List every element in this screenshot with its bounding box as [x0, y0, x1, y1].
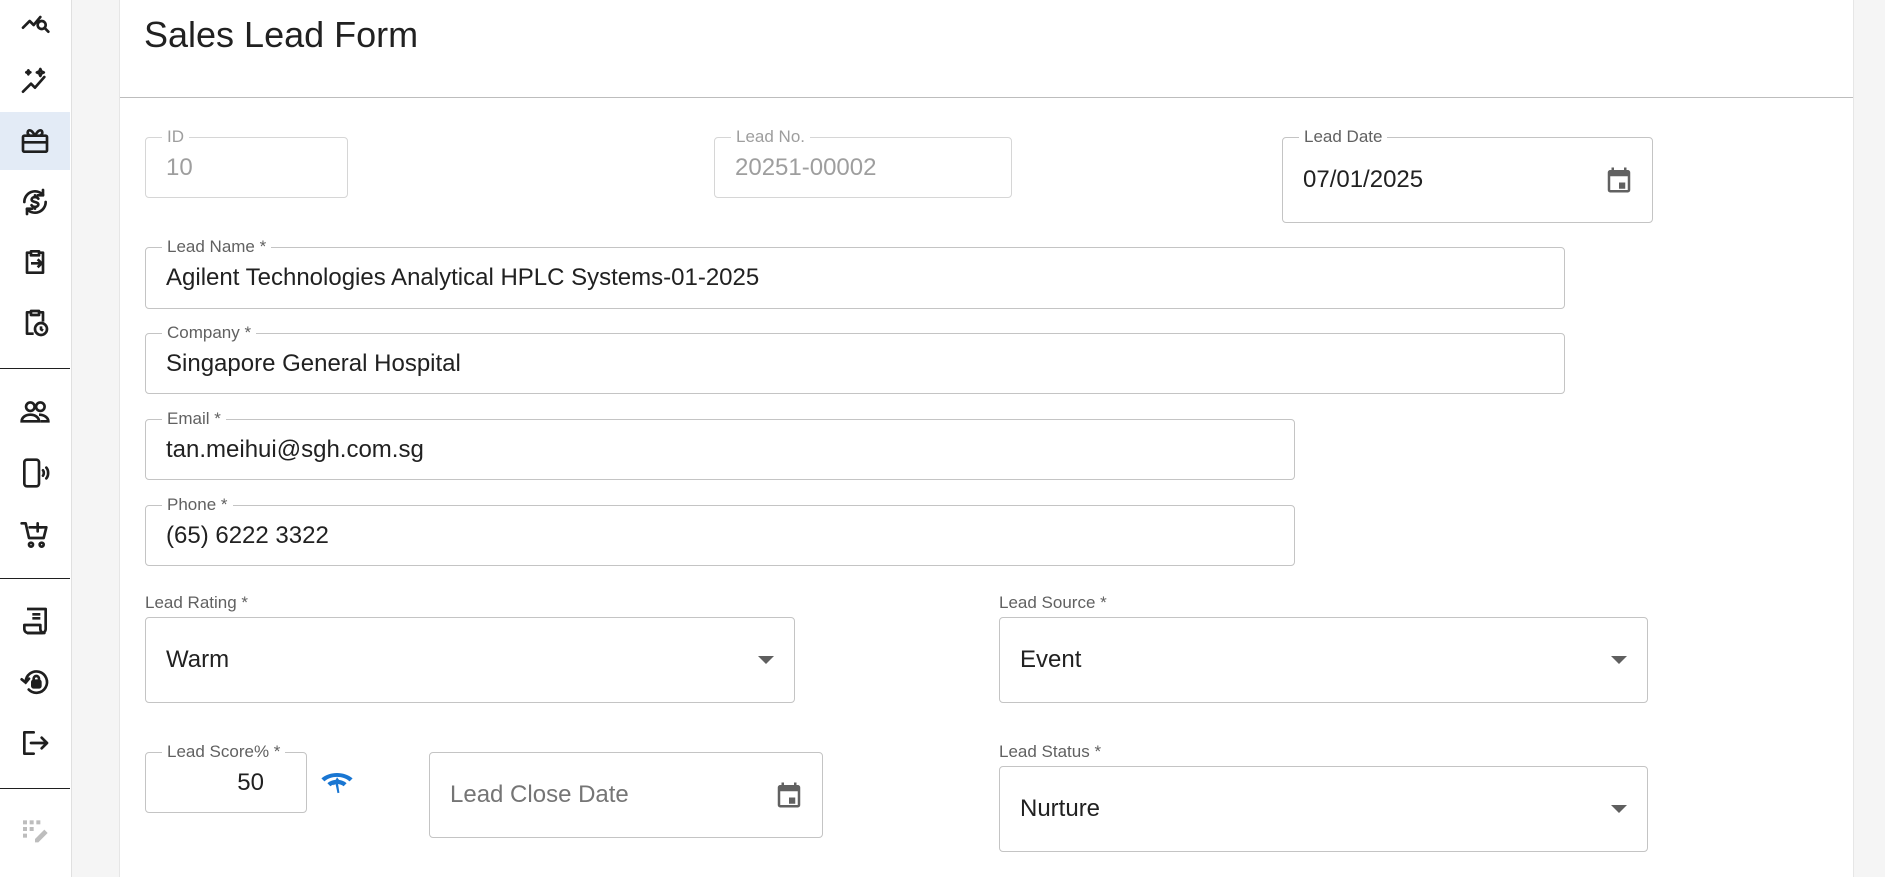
lead-score-input[interactable]: 50 [237, 753, 264, 812]
id-value: 10 [166, 153, 193, 181]
gift-box-icon [21, 129, 49, 153]
receipt-icon [23, 607, 47, 635]
sidebar-item-tasks-pending[interactable] [0, 294, 70, 352]
lead-date-field[interactable]: Lead Date 07/01/2025 [1282, 127, 1653, 223]
clipboard-clock-icon [25, 309, 49, 337]
email-input[interactable]: tan.meihui@sgh.com.sg [166, 420, 424, 479]
lock-reset-icon [20, 670, 49, 695]
chevron-down-icon[interactable] [1611, 656, 1627, 664]
lead-status-label: Lead Status * [999, 742, 1126, 762]
edit-grid-icon [23, 820, 48, 843]
sidebar-item-editor[interactable] [0, 802, 70, 860]
sidebar-item-insights[interactable] [0, 52, 70, 110]
lead-no-value: 20251-00002 [735, 153, 877, 181]
sidebar-divider [0, 368, 70, 369]
sidebar-item-orders[interactable] [0, 505, 70, 563]
id-field: ID 10 [145, 127, 348, 198]
chart-search-icon [21, 15, 50, 33]
form-card: Sales Lead Form ID 10 Lead No. 20251-000… [119, 0, 1854, 877]
lead-rating-label: Lead Rating * [145, 593, 273, 613]
page-title: Sales Lead Form [144, 14, 419, 55]
title-divider [120, 97, 1853, 98]
sparkle-chart-icon [21, 67, 46, 93]
sidebar-item-tasks-transfer[interactable] [0, 233, 70, 291]
sidebar-divider [0, 578, 70, 579]
phone-vibrate-icon [23, 458, 50, 488]
sidebar [0, 0, 72, 877]
sidebar-item-analytics[interactable] [0, 0, 70, 50]
sidebar-item-contacts[interactable] [0, 383, 70, 441]
people-icon [20, 401, 50, 423]
lead-score-field[interactable]: Lead Score% * 50 [145, 742, 307, 813]
email-field[interactable]: Email * tan.meihui@sgh.com.sg [145, 409, 1295, 480]
lead-source-value: Event [1020, 646, 1082, 673]
sidebar-item-sales-leads[interactable] [0, 112, 70, 170]
lead-name-field[interactable]: Lead Name * Agilent Technologies Analyti… [145, 237, 1565, 309]
sidebar-item-logout[interactable] [0, 714, 70, 772]
calendar-icon[interactable] [1604, 165, 1634, 195]
lead-close-date-input[interactable]: Lead Close Date [450, 753, 629, 837]
lead-score-label: Lead Score% * [162, 742, 286, 762]
sidebar-item-currency[interactable] [0, 173, 70, 231]
lead-name-input[interactable]: Agilent Technologies Analytical HPLC Sys… [166, 248, 759, 308]
sidebar-item-invoices[interactable] [0, 592, 70, 650]
lead-close-date-field[interactable]: Lead Close Date [429, 752, 823, 838]
calendar-icon[interactable] [774, 780, 804, 810]
currency-cycle-icon [23, 188, 47, 216]
lead-no-field: Lead No. 20251-00002 [714, 127, 1012, 198]
phone-input[interactable]: (65) 6222 3322 [166, 506, 329, 565]
clipboard-arrow-icon [25, 250, 45, 274]
lead-source-label: Lead Source * [999, 593, 1131, 613]
phone-field[interactable]: Phone * (65) 6222 3322 [145, 495, 1295, 566]
logout-icon [23, 731, 49, 755]
chevron-down-icon[interactable] [1611, 805, 1627, 813]
lead-rating-select[interactable]: Warm [145, 617, 795, 703]
sidebar-divider [0, 788, 70, 789]
lead-rating-value: Warm [166, 646, 230, 673]
company-field[interactable]: Company * Singapore General Hospital [145, 323, 1565, 394]
cart-add-icon [20, 522, 48, 548]
company-input[interactable]: Singapore General Hospital [166, 334, 461, 393]
chevron-down-icon[interactable] [758, 656, 774, 664]
sidebar-item-calls[interactable] [0, 444, 70, 502]
lead-source-select[interactable]: Event [999, 617, 1648, 703]
lead-date-value[interactable]: 07/01/2025 [1303, 138, 1423, 222]
lead-status-value: Nurture [1020, 795, 1101, 822]
lead-status-select[interactable]: Nurture [999, 766, 1648, 852]
sidebar-item-reset-password[interactable] [0, 653, 70, 711]
signal-icon[interactable] [319, 767, 355, 797]
